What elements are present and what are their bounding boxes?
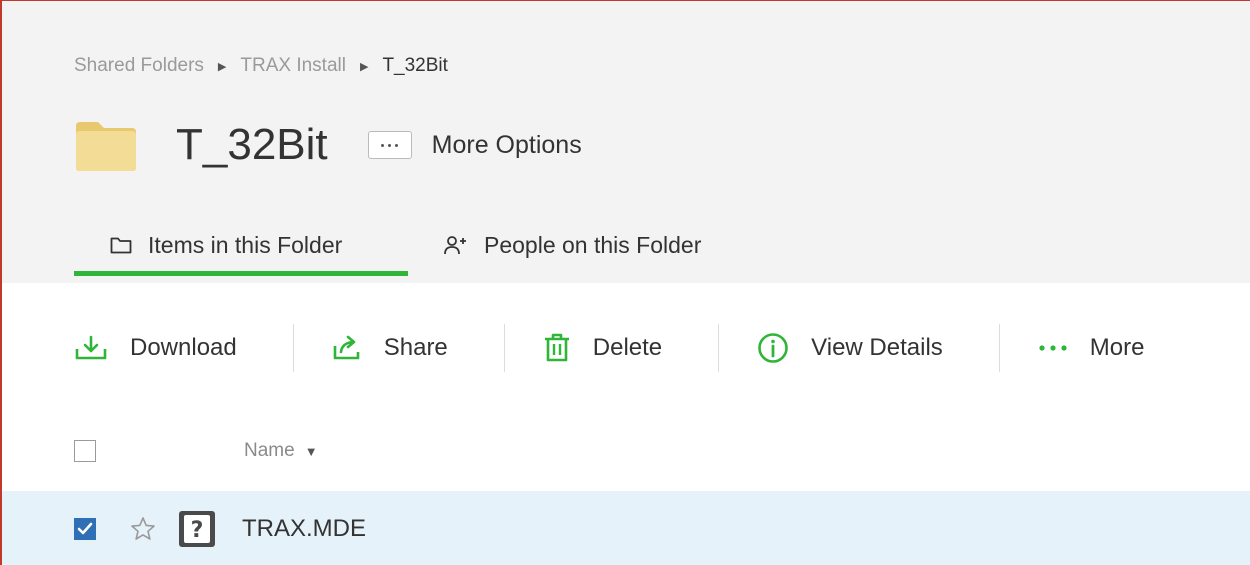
- list-header: Name ▼: [74, 433, 1224, 469]
- share-icon: [333, 335, 360, 360]
- breadcrumb-current: T_32Bit: [382, 55, 448, 76]
- breadcrumb-trax-install[interactable]: TRAX Install: [240, 55, 346, 77]
- action-toolbar: Download Share Delete View Details More: [74, 321, 1144, 375]
- star-icon[interactable]: [130, 516, 156, 542]
- breadcrumb-separator-icon: ▶: [217, 60, 227, 73]
- more-options-label: More Options: [431, 130, 582, 159]
- row-checkbox[interactable]: [74, 518, 96, 540]
- breadcrumb-shared-folders[interactable]: Shared Folders: [74, 55, 204, 77]
- more-label: More: [1089, 334, 1145, 361]
- trash-icon: [544, 333, 569, 362]
- table-row[interactable]: ? TRAX.MDE: [2, 491, 1250, 565]
- view-details-label: View Details: [811, 334, 943, 361]
- download-button[interactable]: Download: [74, 334, 237, 362]
- select-all-checkbox[interactable]: [74, 440, 96, 462]
- breadcrumb-separator-icon: ▶: [359, 60, 369, 73]
- person-add-icon: [444, 236, 466, 255]
- tab-label: Items in this Folder: [148, 231, 343, 258]
- tab-label: People on this Folder: [484, 231, 702, 258]
- checkmark-icon: [77, 522, 93, 535]
- info-icon: [758, 333, 788, 363]
- folder-header: Shared Folders ▶ TRAX Install ▶ T_32Bit …: [2, 1, 1250, 283]
- tab-items-in-folder[interactable]: Items in this Folder: [74, 221, 408, 276]
- tab-people-on-folder[interactable]: People on this Folder: [408, 221, 737, 269]
- download-label: Download: [130, 334, 237, 361]
- folder-tabs: Items in this Folder People on this Fold…: [74, 221, 737, 283]
- sort-descending-icon: ▼: [304, 443, 318, 459]
- folder-icon: [76, 122, 136, 171]
- more-dots-icon: [1039, 345, 1067, 351]
- ellipsis-icon: [367, 131, 412, 159]
- file-name[interactable]: TRAX.MDE: [242, 515, 366, 543]
- table-row-content: ? TRAX.MDE: [74, 491, 366, 565]
- share-button[interactable]: Share: [332, 334, 448, 362]
- app-frame: Shared Folders ▶ TRAX Install ▶ T_32Bit …: [0, 0, 1250, 565]
- breadcrumb: Shared Folders ▶ TRAX Install ▶ T_32Bit: [74, 55, 448, 77]
- name-column-header[interactable]: Name ▼: [244, 440, 318, 462]
- view-details-button[interactable]: View Details: [757, 332, 943, 364]
- toolbar-divider: [998, 324, 1000, 372]
- name-column-label: Name: [244, 440, 295, 461]
- delete-label: Delete: [592, 334, 663, 361]
- title-row: T_32Bit More Options: [74, 113, 582, 177]
- share-label: Share: [383, 334, 448, 361]
- unknown-file-icon: ?: [179, 511, 215, 547]
- download-icon: [75, 335, 107, 360]
- toolbar-divider: [503, 324, 505, 372]
- toolbar-divider: [292, 324, 294, 372]
- more-actions-button[interactable]: More: [1038, 334, 1145, 362]
- folder-outline-icon: [110, 237, 132, 254]
- delete-button[interactable]: Delete: [543, 333, 662, 363]
- svg-text:?: ?: [191, 518, 204, 543]
- more-options-button[interactable]: More Options: [367, 130, 582, 160]
- page-title: T_32Bit: [176, 120, 328, 169]
- toolbar-divider: [718, 324, 720, 372]
